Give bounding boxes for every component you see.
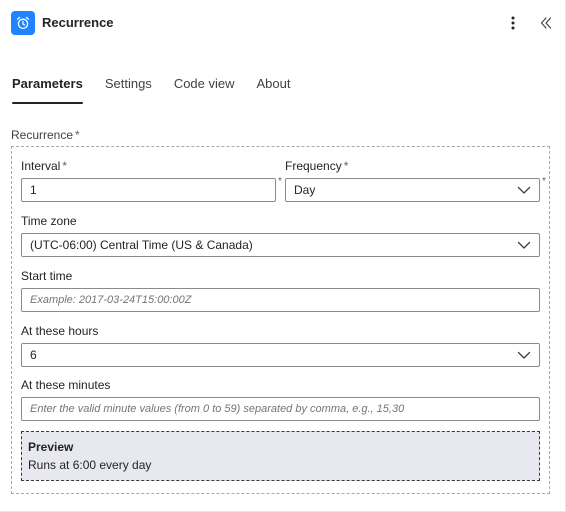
minutes-placeholder: Enter the valid minute values (from 0 to… bbox=[30, 403, 405, 415]
tab-parameters[interactable]: Parameters bbox=[12, 74, 83, 104]
preview-box: Preview Runs at 6:00 every day bbox=[21, 431, 540, 481]
preview-text: Runs at 6:00 every day bbox=[28, 458, 152, 472]
frequency-required-mark: * bbox=[542, 176, 546, 187]
panel-header: Recurrence bbox=[0, 0, 566, 46]
tab-about[interactable]: About bbox=[257, 74, 291, 104]
hours-dropdown[interactable]: 6 bbox=[21, 343, 540, 367]
minutes-input[interactable]: Enter the valid minute values (from 0 to… bbox=[21, 397, 540, 421]
required-mark: * bbox=[75, 128, 80, 142]
double-chevron-left-icon bbox=[540, 17, 552, 29]
preview-title: Preview bbox=[28, 440, 74, 454]
time-zone-dropdown[interactable]: (UTC-06:00) Central Time (US & Canada) bbox=[21, 233, 540, 257]
more-options-button[interactable] bbox=[503, 12, 523, 34]
chevron-down-icon bbox=[517, 186, 531, 194]
time-zone-label: Time zone bbox=[21, 214, 77, 228]
frequency-label: Frequency * bbox=[285, 159, 348, 173]
tab-bar: Parameters Settings Code view About bbox=[12, 74, 313, 104]
panel-title: Recurrence bbox=[42, 15, 114, 30]
interval-label-text: Interval bbox=[21, 159, 61, 173]
interval-input[interactable]: 1 bbox=[21, 178, 276, 202]
recurrence-panel: Recurrence Parameters Settings Code view… bbox=[0, 0, 566, 512]
more-vertical-icon bbox=[511, 16, 515, 30]
start-time-label: Start time bbox=[21, 269, 73, 283]
tab-settings[interactable]: Settings bbox=[105, 74, 152, 104]
required-mark: * bbox=[343, 159, 349, 173]
hours-value: 6 bbox=[30, 348, 37, 362]
frequency-value: Day bbox=[294, 183, 316, 197]
frequency-label-text: Frequency bbox=[285, 159, 342, 173]
start-time-input[interactable]: Example: 2017-03-24T15:00:00Z bbox=[21, 288, 540, 312]
hours-label: At these hours bbox=[21, 324, 99, 338]
tab-code-view[interactable]: Code view bbox=[174, 74, 235, 104]
minutes-label: At these minutes bbox=[21, 378, 111, 392]
recurrence-label-text: Recurrence bbox=[11, 128, 74, 142]
required-mark: * bbox=[62, 159, 68, 173]
start-time-placeholder: Example: 2017-03-24T15:00:00Z bbox=[30, 294, 192, 306]
interval-value: 1 bbox=[30, 183, 37, 197]
recurrence-section-label: Recurrence * bbox=[11, 128, 80, 142]
chevron-down-icon bbox=[517, 241, 531, 249]
alarm-clock-icon bbox=[11, 11, 35, 35]
time-zone-value: (UTC-06:00) Central Time (US & Canada) bbox=[30, 238, 253, 252]
interval-label: Interval * bbox=[21, 159, 67, 173]
chevron-down-icon bbox=[517, 351, 531, 359]
collapse-panel-button[interactable] bbox=[535, 12, 557, 34]
frequency-dropdown[interactable]: Day bbox=[285, 178, 540, 202]
interval-required-mark: * bbox=[278, 176, 282, 187]
